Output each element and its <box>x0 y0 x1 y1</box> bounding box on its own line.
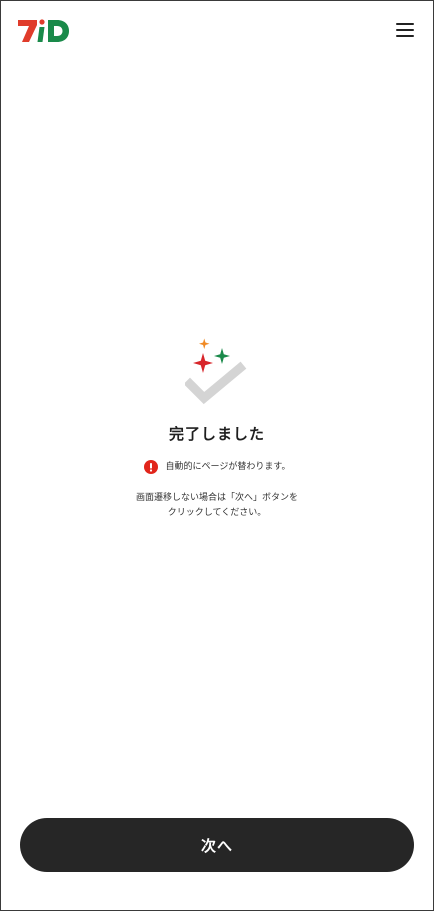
page-frame: 完了しました 自動的にページが替わります。 画面遷移しない場合は「次へ」ボタンを… <box>0 0 434 911</box>
redirect-hint-line: クリックしてください。 <box>167 508 267 518</box>
menu-bar <box>396 23 414 25</box>
completion-title: 完了しました <box>168 425 265 443</box>
7id-logo-icon <box>18 19 69 42</box>
redirect-hint-line: 画面遷移しない場合は「次へ」ボタンを <box>135 493 298 503</box>
menu-bar <box>396 29 414 31</box>
redirect-hint: 画面遷移しない場合は「次へ」ボタンを クリックしてください。 <box>1 491 433 521</box>
menu-bar <box>396 35 414 37</box>
auto-redirect-text: 自動的にページが替わります。 <box>165 462 291 472</box>
sparkle-check-icon <box>183 336 249 412</box>
app-header <box>1 1 433 61</box>
exclamation-alert-icon <box>143 460 158 474</box>
next-button[interactable]: 次へ <box>20 818 414 872</box>
auto-redirect-notice: 自動的にページが替わります。 <box>1 460 433 474</box>
hamburger-menu-button[interactable] <box>391 16 419 44</box>
app-logo[interactable] <box>17 16 71 46</box>
